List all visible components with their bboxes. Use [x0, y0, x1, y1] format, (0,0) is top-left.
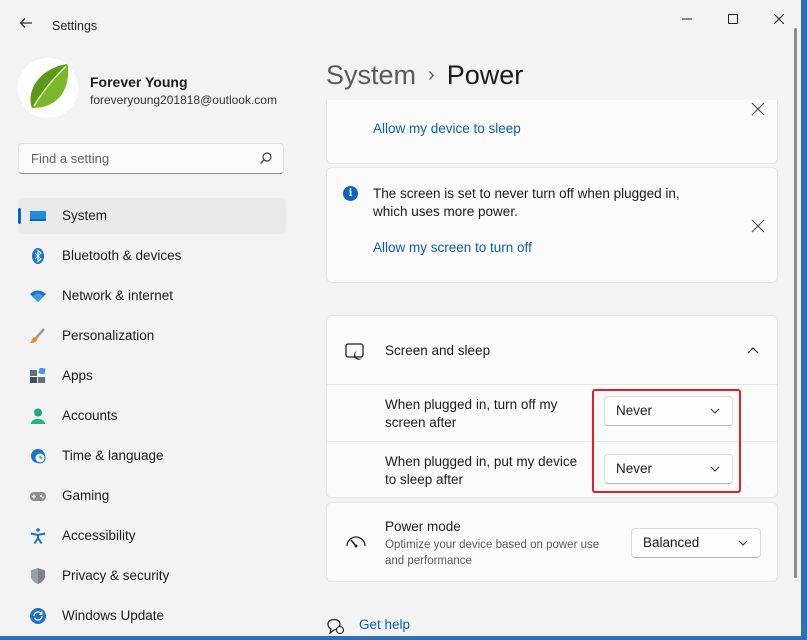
sidebar-item-label: System: [62, 208, 108, 223]
avatar[interactable]: [18, 58, 78, 118]
wifi-icon: [30, 290, 46, 302]
screen-off-label: When plugged in, turn off my screen afte…: [385, 397, 558, 430]
get-help-label[interactable]: Get help: [359, 617, 410, 632]
sidebar-item-label: Privacy & security: [62, 568, 170, 583]
sidebar-item-apps[interactable]: Apps: [18, 358, 286, 394]
divider: [327, 384, 777, 385]
sidebar-item-label: Apps: [62, 368, 93, 383]
speedometer-icon: [346, 536, 366, 548]
help-icon: [327, 618, 344, 634]
sidebar-item-label: Time & language: [62, 448, 164, 463]
window-border-bottom: [0, 636, 807, 640]
breadcrumb-separator: ›: [428, 64, 435, 86]
user-email: foreveryoung201818@outlook.com: [90, 93, 277, 107]
sidebar-item-system[interactable]: System: [18, 198, 286, 234]
sidebar-item-gaming[interactable]: Gaming: [18, 478, 286, 514]
sidebar-item-time-language[interactable]: Time & language: [18, 438, 286, 474]
close-window-button[interactable]: [756, 8, 802, 30]
window-border-right: [801, 0, 807, 640]
user-name: Forever Young: [90, 74, 188, 90]
sidebar-item-label: Personalization: [62, 328, 155, 343]
breadcrumb-parent[interactable]: System: [326, 60, 416, 90]
minimize-icon: [682, 18, 692, 20]
search-input[interactable]: [29, 150, 253, 167]
allow-screen-off-link[interactable]: Allow my screen to turn off: [373, 240, 532, 255]
screen-sleep-header[interactable]: Screen and sleep: [327, 316, 777, 384]
person-icon: [31, 408, 45, 424]
power-mode-title: Power mode: [385, 519, 461, 534]
sidebar-item-label: Accessibility: [62, 528, 136, 543]
power-mode-card: Power mode Optimize your device based on…: [326, 502, 778, 582]
sidebar-item-label: Windows Update: [62, 608, 165, 623]
bluetooth-icon: [32, 248, 44, 264]
power-mode-dropdown[interactable]: Balanced: [631, 528, 761, 558]
chevron-up-icon[interactable]: [747, 346, 759, 354]
sidebar-item-label: Network & internet: [62, 288, 174, 303]
sidebar-item-network[interactable]: Network & internet: [18, 278, 286, 314]
search-box[interactable]: [18, 143, 284, 174]
back-arrow-icon: [19, 18, 32, 28]
search-icon[interactable]: [259, 151, 273, 165]
sidebar-item-label: Accounts: [62, 408, 118, 423]
page-title: Power: [446, 60, 524, 90]
accessibility-icon: [30, 528, 46, 544]
sidebar-item-bluetooth[interactable]: Bluetooth & devices: [18, 238, 286, 274]
sidebar-item-label: Gaming: [62, 488, 110, 503]
monitor-icon: [30, 211, 46, 221]
allow-sleep-link[interactable]: Allow my device to sleep: [373, 121, 521, 136]
maximize-button[interactable]: [710, 8, 756, 30]
sidebar-item-label: Bluetooth & devices: [62, 248, 182, 263]
minimize-button[interactable]: [664, 8, 710, 30]
sidebar-item-accessibility[interactable]: Accessibility: [18, 518, 286, 554]
close-icon[interactable]: [751, 219, 765, 233]
maximize-icon: [728, 14, 738, 24]
get-help-link[interactable]: Get help: [326, 614, 446, 636]
close-icon[interactable]: [751, 102, 765, 116]
notice-text: The screen is set to never turn off when…: [373, 186, 680, 219]
close-icon: [773, 13, 785, 25]
active-indicator: [18, 208, 21, 224]
highlight-annotation: [592, 389, 741, 493]
screen-sleep-icon: [345, 343, 364, 360]
screen-notice-card: i The screen is set to never turn off wh…: [326, 167, 778, 283]
app-title: Settings: [52, 19, 98, 33]
sidebar-item-personalization[interactable]: Personalization: [18, 318, 286, 354]
apps-icon: [30, 368, 46, 383]
update-icon: [30, 608, 46, 624]
brush-icon: [30, 328, 45, 343]
leaf-icon: [18, 58, 78, 118]
shield-icon: [31, 568, 45, 584]
chevron-down-icon: [738, 540, 748, 546]
screen-sleep-title: Screen and sleep: [385, 343, 491, 358]
back-button[interactable]: [16, 16, 36, 36]
sleep-notice-card: Allow my device to sleep: [326, 100, 778, 164]
sidebar-item-privacy[interactable]: Privacy & security: [18, 558, 286, 594]
scrollbar[interactable]: [794, 28, 797, 578]
title-bar: Settings: [0, 0, 801, 50]
gamepad-icon: [30, 492, 46, 501]
info-icon: i: [343, 186, 358, 201]
sidebar-item-windows-update[interactable]: Windows Update: [18, 598, 286, 634]
breadcrumb: System › Power: [326, 60, 523, 91]
sleep-after-label: When plugged in, put my device to sleep …: [385, 454, 578, 487]
globe-clock-icon: [31, 449, 46, 464]
power-mode-description: Optimize your device based on power use …: [385, 539, 600, 567]
dropdown-value: Balanced: [643, 535, 700, 550]
sidebar-item-accounts[interactable]: Accounts: [18, 398, 286, 434]
